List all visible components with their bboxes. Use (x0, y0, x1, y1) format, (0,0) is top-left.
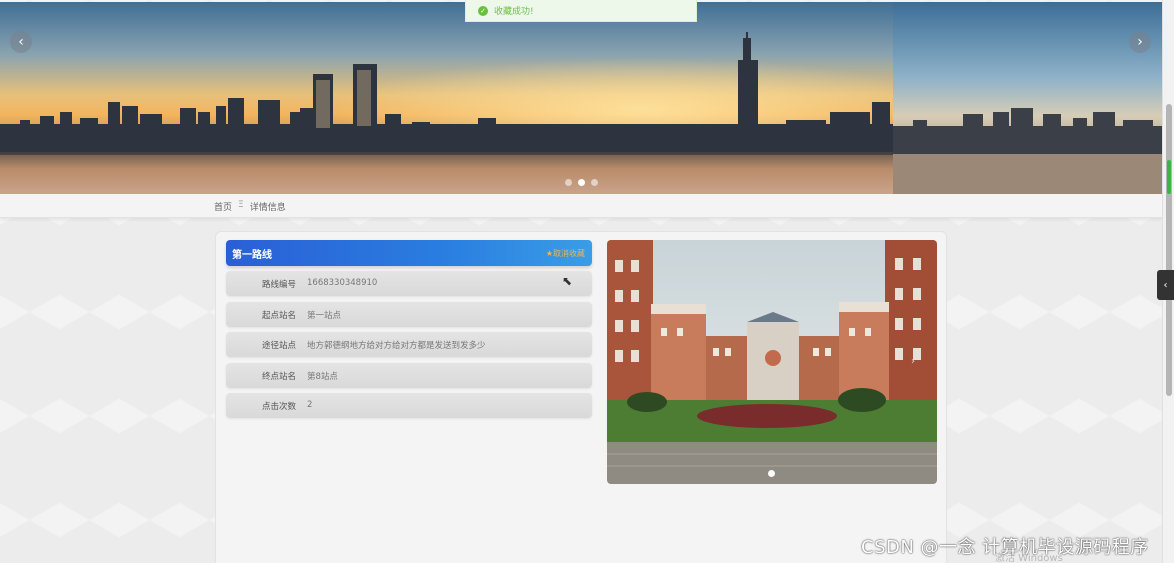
chevron-right-icon: › (1137, 34, 1143, 50)
banner-carousel: ‹ › (0, 2, 1162, 194)
detail-title-bar: 第一路线 ★取消收藏 (226, 240, 592, 266)
breadcrumb-home-link[interactable]: 首页 (214, 200, 232, 213)
csdn-watermark: CSDN @一念 计算机毕设源码程序 (861, 537, 1149, 558)
mouse-cursor-icon: ⬉ (562, 274, 573, 288)
field-value: 地方郭德纲地方给对方给对方都是发送到发多少 (307, 341, 486, 351)
field-value: 第一站点 (307, 311, 342, 321)
detail-row-via-stations: 途径站点 地方郭德纲地方给对方给对方都是发送到发多少 (226, 332, 592, 357)
chevron-left-icon: ‹ (1163, 279, 1168, 291)
chevron-right-icon[interactable]: › (911, 356, 915, 367)
detail-title: 第一路线 (232, 250, 272, 261)
breadcrumb-separator: Ξ (238, 200, 244, 210)
check-circle-icon: ✓ (478, 5, 488, 16)
side-panel-toggle[interactable]: ‹ (1157, 270, 1174, 300)
chevron-left-icon: ‹ (18, 34, 24, 50)
detail-image-carousel[interactable] (607, 240, 937, 484)
scroll-position-marker (1167, 160, 1171, 194)
field-label: 途径站点 (261, 341, 296, 351)
banner-indicators (565, 179, 598, 186)
field-value: 2 (307, 400, 313, 410)
detail-row-route-number: 路线编号 1668330348910 (226, 271, 592, 296)
detail-row-click-count: 点击次数 2 (226, 393, 592, 418)
field-label: 终点站名 (261, 372, 296, 382)
field-label: 路线编号 (261, 280, 296, 290)
success-toast: ✓ 收藏成功! (465, 0, 697, 22)
banner-next-button[interactable]: › (1129, 31, 1151, 53)
unfavorite-button[interactable]: ★取消收藏 (546, 248, 585, 259)
detail-row-start-station: 起点站名 第一站点 (226, 302, 592, 327)
banner-indicator-3[interactable] (591, 179, 598, 186)
banner-indicator-1[interactable] (565, 179, 572, 186)
gallery-indicator[interactable] (768, 470, 775, 477)
banner-slide-next (893, 2, 1162, 194)
banner-indicator-2[interactable] (578, 179, 585, 186)
scrollbar-thumb[interactable] (1166, 104, 1172, 396)
breadcrumb-bar: 首页 Ξ 详情信息 (0, 194, 1162, 218)
toast-message: 收藏成功! (494, 7, 534, 17)
banner-slide-city-skyline (0, 2, 893, 194)
field-label: 起点站名 (261, 311, 296, 321)
breadcrumb-current: 详情信息 (249, 203, 286, 213)
banner-prev-button[interactable]: ‹ (10, 31, 32, 53)
breadcrumb: 首页 Ξ 详情信息 (214, 200, 286, 213)
field-label: 点击次数 (261, 402, 296, 412)
field-value: 第8站点 (307, 372, 338, 382)
field-value: 1668330348910 (307, 278, 378, 288)
detail-row-end-station: 终点站名 第8站点 (226, 363, 592, 388)
